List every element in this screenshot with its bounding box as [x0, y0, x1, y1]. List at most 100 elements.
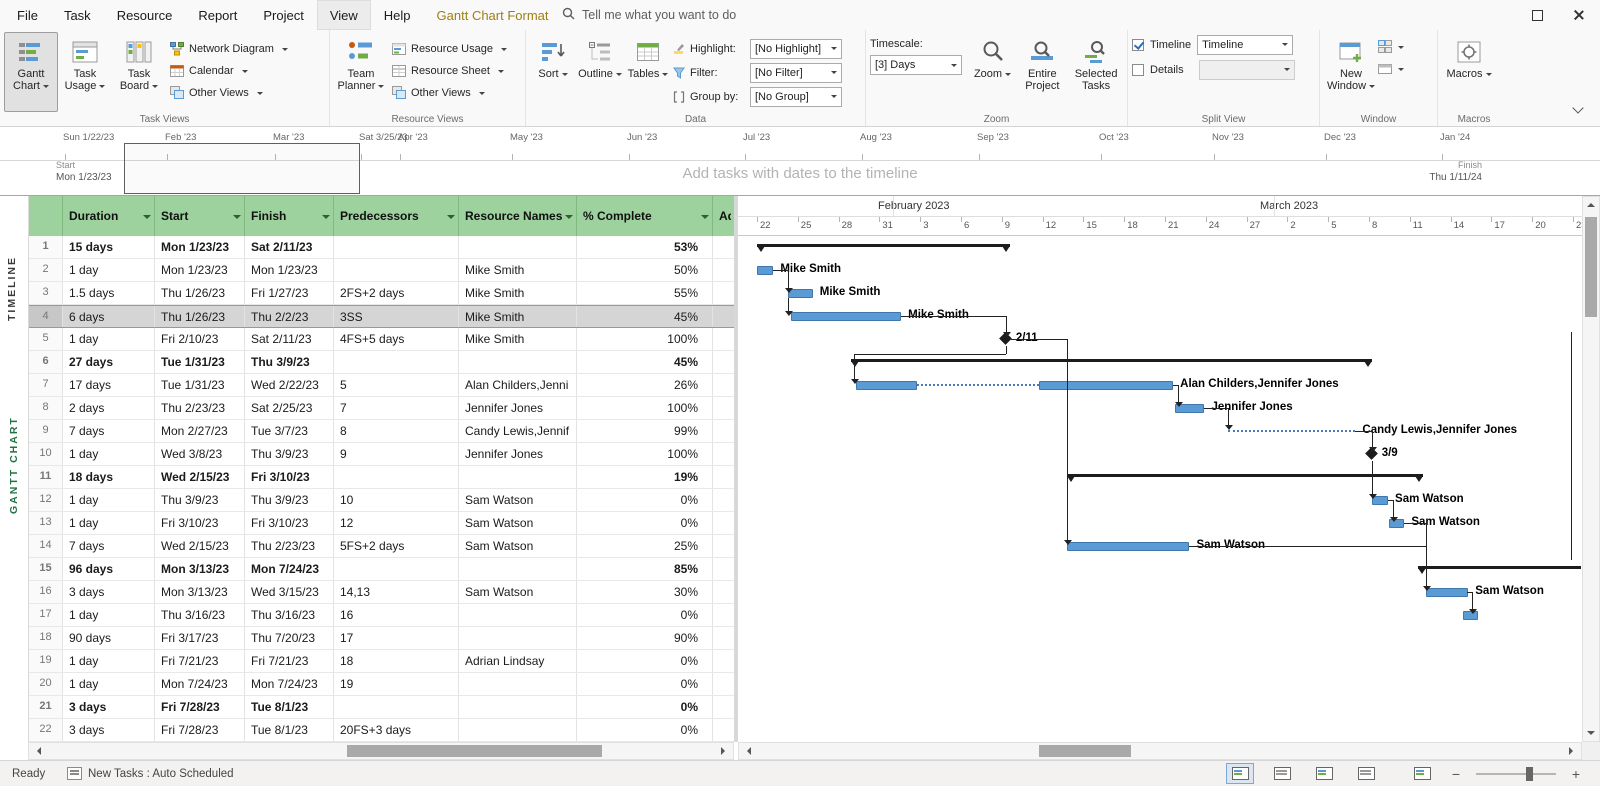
- column-header-add[interactable]: Add: [713, 196, 735, 236]
- cell-pred[interactable]: 9: [334, 443, 459, 465]
- cell-res[interactable]: [459, 696, 577, 718]
- task-bar[interactable]: [1067, 542, 1189, 551]
- cell-num[interactable]: 15: [29, 558, 63, 580]
- gantt-chart-pane[interactable]: February 2023March 2023 2225283136912151…: [738, 196, 1582, 742]
- cell-duration[interactable]: 1 day: [63, 489, 155, 511]
- outline-button[interactable]: Outline: [576, 32, 624, 112]
- menu-tab-resource[interactable]: Resource: [104, 0, 186, 30]
- cell-finish[interactable]: Fri 7/21/23: [245, 650, 334, 672]
- cell-num[interactable]: 8: [29, 397, 63, 419]
- table-horizontal-scrollbar[interactable]: [28, 742, 734, 760]
- cell-finish[interactable]: Tue 8/1/23: [245, 719, 334, 741]
- cell-duration[interactable]: 1 day: [63, 259, 155, 281]
- cell-pct[interactable]: 53%: [577, 236, 713, 258]
- cell-pct[interactable]: 0%: [577, 696, 713, 718]
- cell-start[interactable]: Tue 1/31/23: [155, 351, 245, 373]
- filter-caret-icon[interactable]: [143, 215, 151, 223]
- column-header-pct-complete[interactable]: % Complete: [577, 196, 713, 236]
- collapse-ribbon-button[interactable]: [1568, 102, 1588, 118]
- cell-add[interactable]: [713, 374, 735, 396]
- cell-finish[interactable]: Tue 8/1/23: [245, 696, 334, 718]
- cell-pct[interactable]: 50%: [577, 259, 713, 281]
- filter-caret-icon[interactable]: [701, 215, 709, 223]
- cell-pred[interactable]: 14,13: [334, 581, 459, 603]
- cell-res[interactable]: Sam Watson: [459, 535, 577, 557]
- cell-duration[interactable]: 1 day: [63, 604, 155, 626]
- cell-duration[interactable]: 1 day: [63, 673, 155, 695]
- calendar-button[interactable]: Calendar: [166, 60, 292, 82]
- other-views-button[interactable]: Other Views: [166, 82, 292, 104]
- cell-duration[interactable]: 17 days: [63, 374, 155, 396]
- cell-duration[interactable]: 3 days: [63, 719, 155, 741]
- cell-pred[interactable]: 19: [334, 673, 459, 695]
- cell-add[interactable]: [713, 650, 735, 672]
- cell-pred[interactable]: 17: [334, 627, 459, 649]
- cell-num[interactable]: 17: [29, 604, 63, 626]
- summary-bar[interactable]: [1067, 474, 1423, 477]
- details-checkbox[interactable]: [1132, 64, 1144, 76]
- gantt-body[interactable]: Mike SmithMike SmithMike Smith2/11Alan C…: [738, 236, 1582, 742]
- cell-pct[interactable]: 55%: [577, 282, 713, 304]
- cell-add[interactable]: [713, 696, 735, 718]
- cell-add[interactable]: [713, 420, 735, 442]
- cell-duration[interactable]: 7 days: [63, 535, 155, 557]
- cell-pct[interactable]: 45%: [577, 306, 713, 327]
- switch-windows-button[interactable]: [1378, 40, 1404, 54]
- cell-pct[interactable]: 0%: [577, 719, 713, 741]
- summary-bar[interactable]: [1418, 566, 1581, 569]
- cell-add[interactable]: [713, 328, 735, 350]
- cell-duration[interactable]: 3 days: [63, 696, 155, 718]
- cell-pct[interactable]: 85%: [577, 558, 713, 580]
- status-view-board-button[interactable]: [1310, 763, 1338, 784]
- cell-duration[interactable]: 96 days: [63, 558, 155, 580]
- cell-start[interactable]: Mon 1/23/23: [155, 259, 245, 281]
- group-by-dropdown[interactable]: [No Group]: [750, 87, 842, 107]
- cell-pred[interactable]: 3SS: [334, 306, 459, 327]
- filter-caret-icon[interactable]: [565, 215, 573, 223]
- cell-res[interactable]: Sam Watson: [459, 489, 577, 511]
- cell-res[interactable]: [459, 627, 577, 649]
- cell-add[interactable]: [713, 581, 735, 603]
- zoom-slider-thumb[interactable]: [1526, 767, 1533, 781]
- cell-res[interactable]: Alan Childers,Jenni: [459, 374, 577, 396]
- cell-pred[interactable]: 2FS+2 days: [334, 282, 459, 304]
- cell-num[interactable]: 9: [29, 420, 63, 442]
- task-board-button[interactable]: Task Board: [112, 32, 166, 112]
- cell-add[interactable]: [713, 259, 735, 281]
- cell-duration[interactable]: 1 day: [63, 443, 155, 465]
- column-header-predecessors[interactable]: Predecessors: [334, 196, 459, 236]
- cell-pred[interactable]: [334, 259, 459, 281]
- cell-pct[interactable]: 0%: [577, 604, 713, 626]
- cell-finish[interactable]: Thu 3/9/23: [245, 489, 334, 511]
- cell-num[interactable]: 6: [29, 351, 63, 373]
- cell-finish[interactable]: Thu 3/9/23: [245, 351, 334, 373]
- column-header-start[interactable]: Start: [155, 196, 245, 236]
- table-header-corner[interactable]: [29, 196, 63, 236]
- cell-start[interactable]: Fri 7/28/23: [155, 696, 245, 718]
- status-view-gantt-button[interactable]: [1226, 763, 1254, 784]
- cell-duration[interactable]: 27 days: [63, 351, 155, 373]
- cell-res[interactable]: Mike Smith: [459, 306, 577, 327]
- cell-add[interactable]: [713, 673, 735, 695]
- column-header-resource-names[interactable]: Resource Names: [459, 196, 577, 236]
- cell-res[interactable]: Candy Lewis,Jennif: [459, 420, 577, 442]
- status-view-other-button[interactable]: [1408, 763, 1436, 784]
- scroll-left-icon[interactable]: [743, 747, 751, 755]
- cell-pred[interactable]: [334, 236, 459, 258]
- cell-add[interactable]: [713, 558, 735, 580]
- cell-start[interactable]: Thu 2/23/23: [155, 397, 245, 419]
- zoom-in-button[interactable]: +: [1570, 766, 1582, 782]
- cell-res[interactable]: Adrian Lindsay: [459, 650, 577, 672]
- zoom-button[interactable]: Zoom: [970, 32, 1016, 112]
- cell-num[interactable]: 18: [29, 627, 63, 649]
- status-view-sheet-button[interactable]: [1352, 763, 1380, 784]
- cell-pct[interactable]: 0%: [577, 650, 713, 672]
- filter-caret-icon[interactable]: [233, 215, 241, 223]
- cell-finish[interactable]: Fri 3/10/23: [245, 512, 334, 534]
- cell-num[interactable]: 5: [29, 328, 63, 350]
- cell-pct[interactable]: 100%: [577, 443, 713, 465]
- task-bar-segment[interactable]: [856, 381, 917, 390]
- cell-start[interactable]: Fri 2/10/23: [155, 328, 245, 350]
- menu-tab-task[interactable]: Task: [51, 0, 104, 30]
- cell-num[interactable]: 7: [29, 374, 63, 396]
